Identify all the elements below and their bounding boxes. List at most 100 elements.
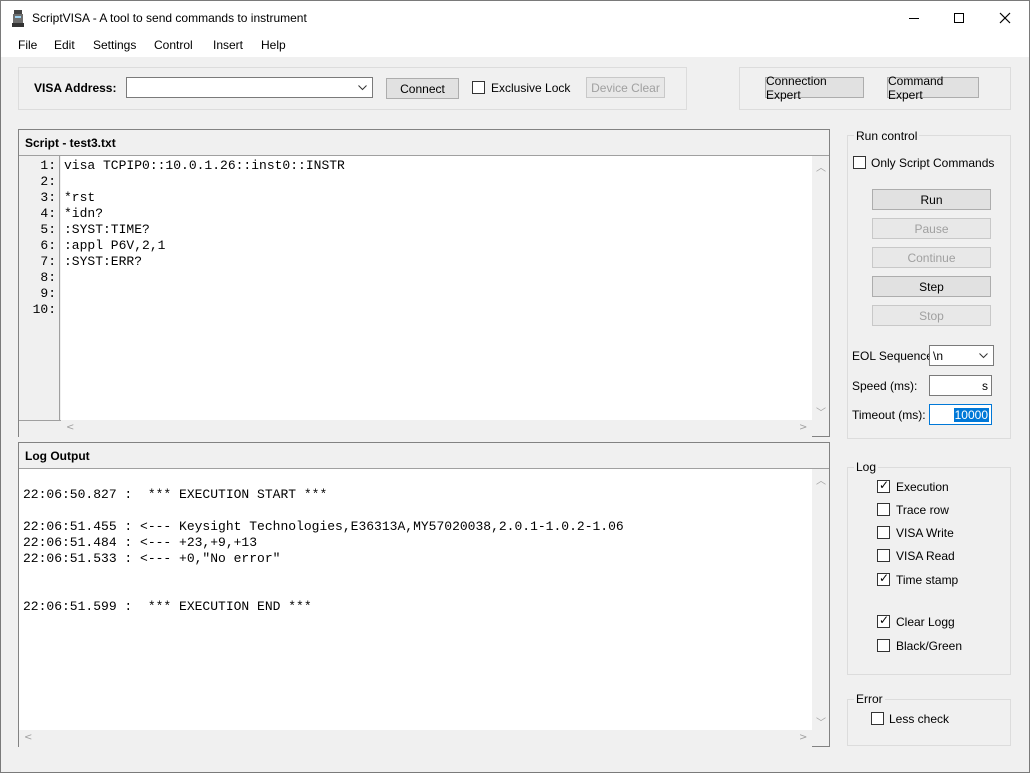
run-button[interactable]: Run <box>872 189 991 210</box>
log-option-label: VISA Read <box>896 549 955 563</box>
only-script-commands-checkbox[interactable] <box>853 156 866 169</box>
script-vertical-scrollbar[interactable]: ︿ ﹀ <box>812 156 829 420</box>
log-line: 22:06:51.599 : *** EXECUTION END *** <box>23 599 312 614</box>
eol-sequence-value: \n <box>933 349 944 363</box>
menu-edit[interactable]: Edit <box>54 38 75 52</box>
continue-button[interactable]: Continue <box>872 247 991 268</box>
log-option-label: Trace row <box>896 503 949 517</box>
line-number: 8: <box>40 270 56 285</box>
log-option-checkbox[interactable] <box>877 571 890 586</box>
log-title: Log Output <box>19 443 829 469</box>
log-option-label: Clear Logg <box>896 615 955 629</box>
log-output[interactable]: 22:06:50.827 : *** EXECUTION START *** 22… <box>19 469 812 730</box>
log-option-checkbox[interactable] <box>877 503 890 516</box>
only-script-commands-label: Only Script Commands <box>871 156 995 170</box>
menu-settings[interactable]: Settings <box>93 38 136 52</box>
script-panel: Script - test3.txt 1: 2: 3: 4: 5: 6: 7: 8: 9: 10:… <box>18 129 830 437</box>
log-vertical-scrollbar[interactable]: ︿ ﹀ <box>812 469 829 730</box>
menu-file[interactable]: File <box>18 38 37 52</box>
error-title: Error <box>854 692 885 706</box>
eol-sequence-label: EOL Sequence: <box>852 349 937 363</box>
script-horizontal-scrollbar[interactable]: < > <box>61 420 812 437</box>
script-line[interactable]: *rst <box>64 190 345 206</box>
log-option-checkbox[interactable] <box>877 478 890 493</box>
log-horizontal-scrollbar[interactable]: < > <box>19 730 812 747</box>
script-line[interactable]: :SYST:ERR? <box>64 254 345 270</box>
pause-button[interactable]: Pause <box>872 218 991 239</box>
main-window: ScriptVISA - A tool to send commands to … <box>0 0 1030 773</box>
log-option-label: VISA Write <box>896 526 954 540</box>
log-option-checkbox[interactable] <box>877 549 890 562</box>
line-number: 3: <box>40 190 56 205</box>
scroll-up-icon[interactable]: ︿ <box>816 159 826 174</box>
speed-label: Speed (ms): <box>852 379 918 393</box>
minimize-button[interactable] <box>891 1 937 35</box>
script-editor[interactable]: visa TCPIP0::10.0.1.26::inst0::INSTR*rst… <box>61 156 812 420</box>
log-option-checkbox[interactable] <box>877 613 890 628</box>
line-number-gutter: 1: 2: 3: 4: 5: 6: 7: 8: 9: 10: <box>19 156 60 420</box>
speed-value: s <box>982 379 988 393</box>
script-line[interactable]: :SYST:TIME? <box>64 222 345 238</box>
maximize-icon <box>954 13 964 23</box>
script-line[interactable] <box>64 270 345 286</box>
visa-address-combo[interactable] <box>126 77 373 98</box>
menu-help[interactable]: Help <box>261 38 286 52</box>
log-panel: Log Output 22:06:50.827 : *** EXECUTION … <box>18 442 830 747</box>
menu-control[interactable]: Control <box>154 38 193 52</box>
command-expert-button[interactable]: Command Expert <box>887 74 979 102</box>
line-number: 2: <box>40 174 56 189</box>
line-number: 7: <box>40 254 56 269</box>
less-check-checkbox[interactable] <box>871 712 884 725</box>
log-options-title: Log <box>854 460 879 474</box>
line-number: 10: <box>32 302 56 317</box>
eol-sequence-select[interactable]: \n <box>929 345 994 366</box>
script-line[interactable]: visa TCPIP0::10.0.1.26::inst0::INSTR <box>64 158 345 174</box>
scroll-left-icon[interactable]: < <box>24 732 32 743</box>
line-number: 4: <box>40 206 56 221</box>
gutter-corner <box>19 420 61 437</box>
scroll-down-icon[interactable]: ﹀ <box>816 404 826 419</box>
maximize-button[interactable] <box>936 1 982 35</box>
step-button[interactable]: Step <box>872 276 991 297</box>
menu-insert[interactable]: Insert <box>213 38 243 52</box>
stop-button[interactable]: Stop <box>872 305 991 326</box>
log-text: 22:06:50.827 : *** EXECUTION START *** 22… <box>23 471 624 615</box>
script-line[interactable]: :appl P6V,2,1 <box>64 238 345 254</box>
log-option-checkbox[interactable] <box>877 526 890 539</box>
close-button[interactable] <box>982 1 1028 35</box>
log-line: 22:06:51.484 : <--- +23,+9,+13 <box>23 535 258 550</box>
scroll-right-icon[interactable]: > <box>799 732 807 743</box>
script-line[interactable] <box>64 302 345 318</box>
script-line[interactable]: *idn? <box>64 206 345 222</box>
log-option-label: Time stamp <box>896 573 959 587</box>
chevron-down-icon <box>979 353 988 359</box>
script-text[interactable]: visa TCPIP0::10.0.1.26::inst0::INSTR*rst… <box>64 158 345 318</box>
log-line: 22:06:51.455 : <--- Keysight Technologie… <box>23 519 624 534</box>
script-line[interactable] <box>64 286 345 302</box>
connect-button[interactable]: Connect <box>386 78 459 99</box>
close-icon <box>999 12 1011 24</box>
scroll-left-icon[interactable]: < <box>66 422 74 433</box>
scroll-up-icon[interactable]: ︿ <box>816 472 826 487</box>
exclusive-lock-label: Exclusive Lock <box>491 81 571 95</box>
speed-input[interactable]: s <box>929 375 992 396</box>
device-clear-button[interactable]: Device Clear <box>586 77 665 98</box>
connection-expert-button[interactable]: Connection Expert <box>765 74 864 102</box>
log-line: 22:06:50.827 : *** EXECUTION START *** <box>23 487 328 502</box>
visa-address-label: VISA Address: <box>34 81 117 95</box>
script-line[interactable] <box>64 174 345 190</box>
less-check-label: Less check <box>889 712 950 726</box>
script-title: Script - test3.txt <box>19 130 829 156</box>
timeout-input[interactable]: 10000 <box>929 404 992 425</box>
log-option-checkbox[interactable] <box>877 639 890 652</box>
exclusive-lock-checkbox[interactable] <box>472 81 485 94</box>
line-number: 6: <box>40 238 56 253</box>
scroll-right-icon[interactable]: > <box>799 422 807 433</box>
log-line: 22:06:51.533 : <--- +0,"No error" <box>23 551 281 566</box>
scroll-down-icon[interactable]: ﹀ <box>816 714 826 729</box>
run-control-title: Run control <box>854 129 920 143</box>
